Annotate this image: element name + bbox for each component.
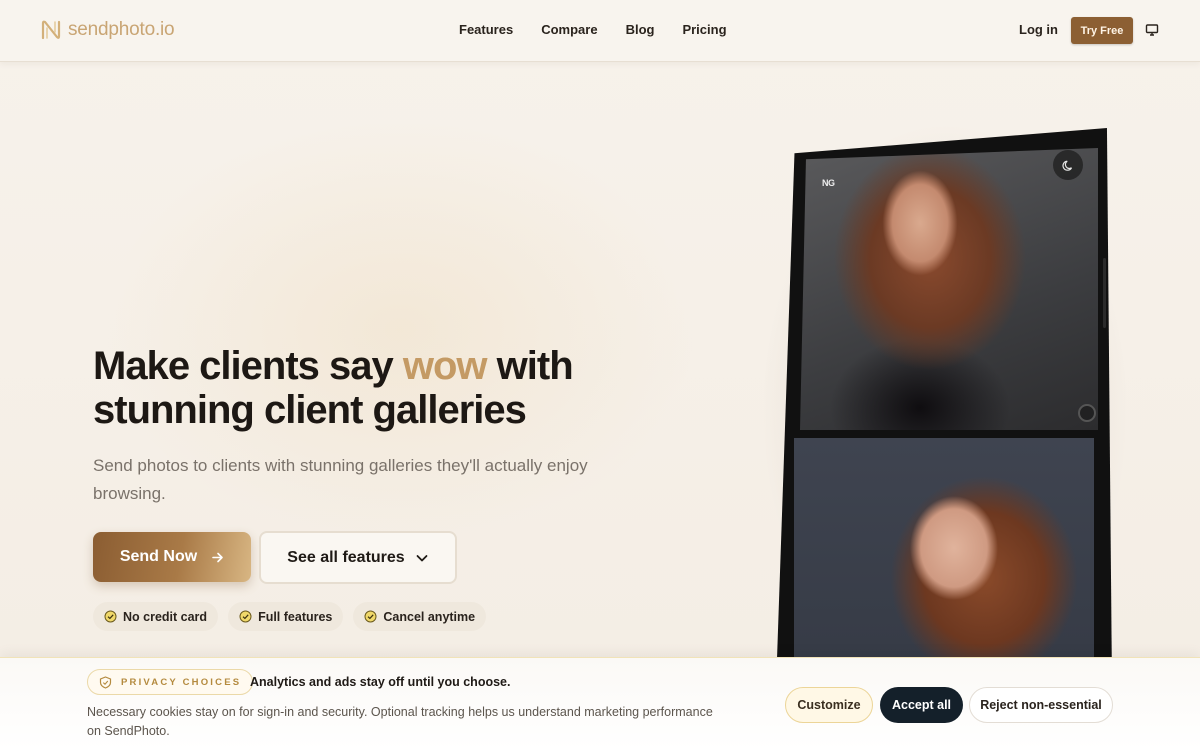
nav-links: Features Compare Blog Pricing xyxy=(459,22,727,37)
pill-label: Full features xyxy=(258,609,333,624)
dark-mode-button[interactable] xyxy=(1053,150,1083,180)
gallery-watermark: NG xyxy=(822,178,835,188)
nav-link-blog[interactable]: Blog xyxy=(626,22,655,37)
customize-button[interactable]: Customize xyxy=(785,687,873,723)
nav-link-compare[interactable]: Compare xyxy=(541,22,597,37)
pill-cancel-anytime: Cancel anytime xyxy=(353,602,487,631)
accept-all-button[interactable]: Accept all xyxy=(880,687,963,723)
cookie-title: Analytics and ads stay off until you cho… xyxy=(250,675,511,689)
chevron-down-icon xyxy=(416,554,428,561)
cookie-banner: PRIVACY CHOICES Analytics and ads stay o… xyxy=(0,657,1200,750)
scroll-indicator[interactable] xyxy=(1078,404,1096,422)
top-nav: sendphoto.io Features Compare Blog Prici… xyxy=(0,0,1200,62)
pill-no-credit-card: No credit card xyxy=(93,602,219,631)
send-now-label: Send Now xyxy=(119,548,198,565)
send-now-button[interactable]: Send Now xyxy=(93,532,251,582)
logo-mark-icon xyxy=(41,20,61,40)
pill-label: Cancel anytime xyxy=(383,609,476,624)
feature-pills: No credit card Full features Cancel anyt… xyxy=(93,602,487,631)
privacy-chip-label: PRIVACY CHOICES xyxy=(121,676,242,688)
reject-non-essential-button[interactable]: Reject non-essential xyxy=(969,687,1113,723)
nav-link-pricing[interactable]: Pricing xyxy=(682,22,726,37)
tablet-side-button xyxy=(1103,258,1106,328)
hero-subtitle: Send photos to clients with stunning gal… xyxy=(93,456,588,503)
logo[interactable]: sendphoto.io xyxy=(40,19,175,41)
gallery-photo-1[interactable] xyxy=(800,148,1098,430)
check-badge-icon xyxy=(239,610,252,623)
nav-link-features[interactable]: Features xyxy=(459,22,513,37)
moon-icon xyxy=(1061,160,1072,171)
gallery-photo-2[interactable] xyxy=(794,438,1094,668)
shield-icon xyxy=(99,675,112,689)
hero-headline: Make clients say wow with stunning clien… xyxy=(93,344,653,432)
see-all-features-label: See all features xyxy=(287,548,405,566)
try-free-button[interactable]: Try Free xyxy=(1071,17,1133,44)
pill-label: No credit card xyxy=(123,609,208,624)
check-badge-icon xyxy=(364,610,377,623)
login-link[interactable]: Log in xyxy=(1019,22,1058,37)
check-badge-icon xyxy=(104,610,117,623)
see-all-features-button[interactable]: See all features xyxy=(259,531,457,584)
arrow-right-icon xyxy=(212,552,223,562)
headline-part1: Make clients say xyxy=(93,344,403,388)
headline-accent: wow xyxy=(402,344,488,388)
logo-text: sendphoto.io xyxy=(68,19,175,40)
monitor-icon[interactable] xyxy=(1145,23,1159,37)
privacy-choices-chip: PRIVACY CHOICES xyxy=(87,669,254,695)
pill-full-features: Full features xyxy=(228,602,344,631)
cookie-description: Necessary cookies stay on for sign-in an… xyxy=(87,705,713,738)
